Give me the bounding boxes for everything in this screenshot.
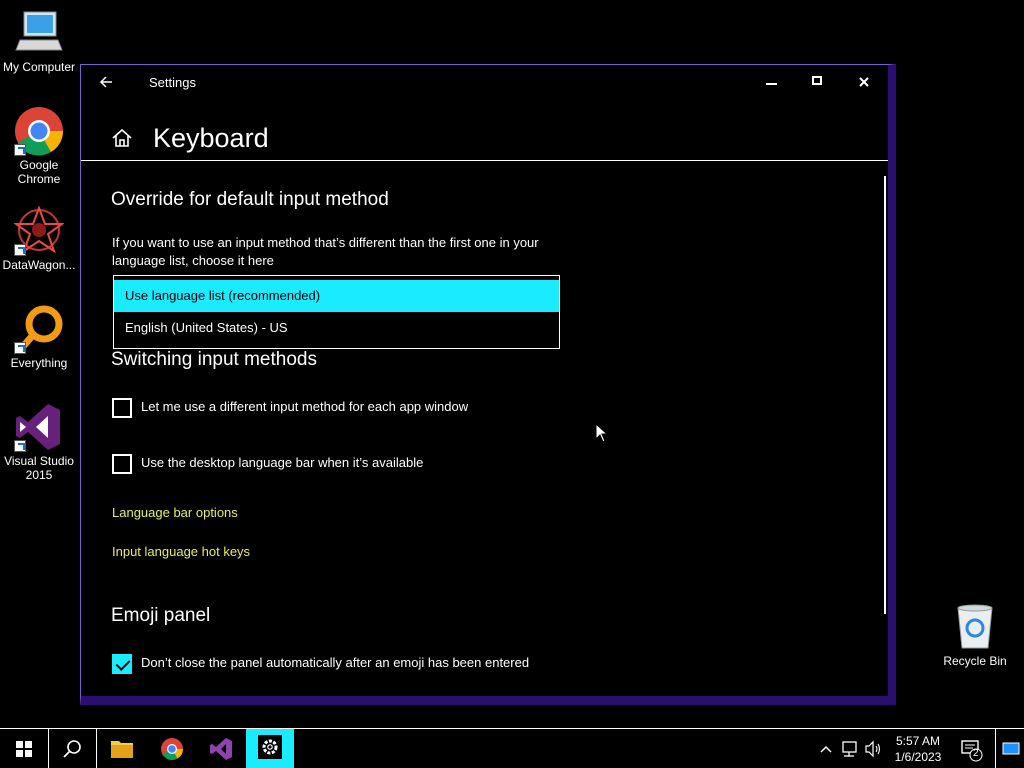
- dropdown-option-english-us[interactable]: English (United States) - US: [114, 312, 559, 344]
- desktop-icon-visual-studio[interactable]: Visual Studio 2015: [0, 402, 78, 482]
- section-title-switching: Switching input methods: [111, 349, 317, 370]
- network-icon: [842, 741, 857, 757]
- visual-studio-icon: [210, 738, 232, 760]
- desktop-icon: [1002, 742, 1020, 755]
- desktop-icon-label: My Computer: [2, 60, 76, 74]
- show-desktop-button[interactable]: [998, 729, 1024, 768]
- taskbar-separator: [995, 729, 996, 768]
- minimize-button[interactable]: [751, 69, 791, 95]
- clock-date: 1/6/2023: [894, 750, 942, 764]
- search-icon: [63, 740, 81, 758]
- override-description: If you want to use an input method that’…: [112, 235, 539, 268]
- mouse-cursor-icon: [595, 423, 609, 443]
- checkbox-label: Don’t close the panel automatically afte…: [141, 655, 530, 670]
- shortcut-arrow-icon: [14, 342, 26, 354]
- action-center-button[interactable]: 2: [954, 729, 988, 768]
- folder-icon: [111, 741, 133, 758]
- scrollbar[interactable]: [884, 176, 886, 614]
- network-tray-icon[interactable]: [838, 729, 862, 768]
- desktop-icon-recycle-bin[interactable]: Recycle Bin: [936, 602, 1014, 668]
- desktop-icon-label: DataWagon...: [2, 258, 76, 272]
- desktop-icon-datawagon[interactable]: DataWagon...: [0, 205, 78, 272]
- home-icon[interactable]: [111, 127, 133, 149]
- maximize-icon: [812, 76, 822, 85]
- checkbox-label: Use the desktop language bar when it’s a…: [141, 455, 424, 470]
- page-title: Keyboard: [153, 123, 269, 153]
- taskbar: 5:57 AM 1/6/2023 2: [0, 728, 1024, 768]
- back-button[interactable]: [99, 71, 125, 93]
- desktop-icon-label: Visual Studio 2015: [4, 454, 74, 482]
- datawagon-icon: [12, 205, 66, 256]
- checkbox-language-bar[interactable]: [112, 454, 132, 474]
- desktop-icon-google-chrome[interactable]: Google Chrome: [0, 106, 78, 186]
- minimize-icon: [766, 83, 777, 85]
- title-bar[interactable]: Settings: [81, 65, 888, 99]
- speaker-icon: [865, 740, 881, 758]
- section-title-emoji: Emoji panel: [111, 605, 211, 626]
- taskbar-settings[interactable]: [246, 729, 294, 768]
- section-title-override: Override for default input method: [111, 189, 389, 210]
- clock-time: 5:57 AM: [895, 734, 941, 748]
- shortcut-arrow-icon: [14, 244, 26, 256]
- magnifier-icon: [14, 304, 64, 354]
- input-method-dropdown-list[interactable]: Use language list (recommended) English …: [113, 275, 560, 349]
- desktop-icon-label: Recycle Bin: [943, 654, 1007, 668]
- settings-content: Override for default input method If you…: [81, 162, 888, 696]
- chevron-up-icon: [820, 745, 832, 753]
- checkbox-label: Let me use a different input method for …: [141, 399, 469, 414]
- shortcut-arrow-icon: [14, 144, 26, 156]
- notification-count: 2: [973, 748, 979, 759]
- show-hidden-icons-button[interactable]: [814, 729, 838, 768]
- checkbox-emoji-panel[interactable]: [112, 654, 132, 674]
- back-arrow-icon: [99, 76, 112, 88]
- windows-logo-icon: [16, 741, 32, 757]
- close-button[interactable]: [844, 69, 884, 95]
- maximize-button[interactable]: [798, 69, 838, 95]
- start-button[interactable]: [0, 729, 48, 768]
- gear-icon: [258, 735, 282, 759]
- computer-icon: [14, 8, 64, 58]
- window-title: Settings: [149, 75, 196, 90]
- chrome-icon: [161, 738, 183, 760]
- taskbar-visual-studio[interactable]: [197, 729, 245, 768]
- settings-window: Settings Keyboard Override for default i…: [80, 64, 896, 705]
- dropdown-option-language-list[interactable]: Use language list (recommended): [114, 280, 559, 312]
- notification-icon: [961, 740, 983, 762]
- taskbar-separator: [96, 729, 97, 768]
- taskbar-clock[interactable]: 5:57 AM 1/6/2023: [888, 733, 948, 765]
- checkbox-per-app-input[interactable]: [112, 398, 132, 418]
- language-bar-options-link[interactable]: Language bar options: [112, 505, 238, 520]
- desktop-icon-label: Everything: [10, 356, 68, 370]
- page-header: Keyboard: [81, 99, 888, 161]
- taskbar-chrome[interactable]: [148, 729, 196, 768]
- input-language-hot-keys-link[interactable]: Input language hot keys: [112, 544, 250, 559]
- taskbar-file-explorer[interactable]: [98, 729, 146, 768]
- recycle-bin-icon: [950, 602, 1000, 652]
- search-button[interactable]: [48, 729, 96, 768]
- close-icon: [859, 77, 869, 87]
- desktop-icon-everything[interactable]: Everything: [0, 304, 78, 370]
- desktop-icon-my-computer[interactable]: My Computer: [0, 8, 78, 74]
- chrome-icon: [14, 106, 64, 156]
- desktop-icon-label: Google Chrome: [17, 158, 61, 186]
- volume-tray-icon[interactable]: [862, 729, 884, 768]
- visual-studio-icon: [14, 402, 64, 452]
- shortcut-arrow-icon: [14, 440, 26, 452]
